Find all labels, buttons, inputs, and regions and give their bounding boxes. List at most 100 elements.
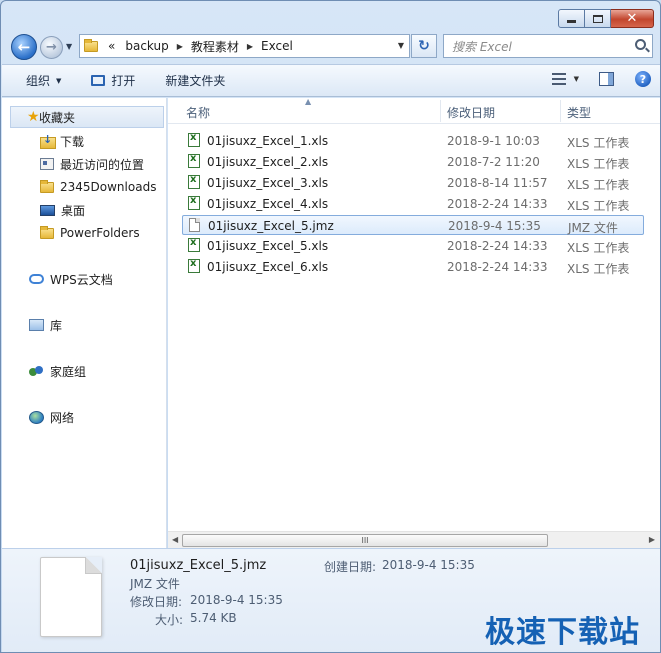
close-button[interactable]: ✕ xyxy=(611,9,654,28)
nav-homegroup[interactable]: 家庭组 xyxy=(29,360,86,382)
file-type: XLS 工作表 xyxy=(567,136,630,150)
sort-ascending-icon: ▲ xyxy=(305,97,312,106)
refresh-button[interactable]: ↻ xyxy=(411,34,437,58)
details-filename: 01jisuxz_Excel_5.jmz xyxy=(130,558,267,573)
scrollbar-grip: III xyxy=(361,536,369,545)
history-dropdown[interactable]: ▼ xyxy=(66,42,72,51)
breadcrumb-tutorial-materials[interactable]: 教程素材 xyxy=(191,38,239,55)
chevron-down-icon: ▼ xyxy=(56,76,62,85)
scrollbar-thumb[interactable]: III xyxy=(182,534,548,547)
file-explorer-window: ✕ ← → ▼ « backup ▶ 教程素材 ▶ Excel ▼ ↻ 搜索 E… xyxy=(0,0,661,653)
file-name: 01jisuxz_Excel_6.xls xyxy=(207,260,329,274)
column-header-type[interactable]: 类型 xyxy=(567,104,591,121)
nav-item-desktop[interactable]: 桌面 xyxy=(40,199,85,221)
folder-icon xyxy=(40,225,54,239)
breadcrumb-excel[interactable]: Excel xyxy=(261,39,293,53)
file-name: 01jisuxz_Excel_2.xls xyxy=(207,155,329,169)
breadcrumb-backup[interactable]: backup xyxy=(125,39,168,53)
excel-file-icon xyxy=(188,132,200,147)
nav-favorites-label: 收藏夹 xyxy=(39,110,76,125)
breadcrumb-separator-icon[interactable]: ▶ xyxy=(247,42,253,51)
file-modified-date: 2018-9-1 10:03 xyxy=(447,134,540,148)
details-created-value: 2018-9-4 15:35 xyxy=(382,558,475,572)
column-header-modified[interactable]: 修改日期 xyxy=(447,104,495,121)
file-type: XLS 工作表 xyxy=(567,178,630,192)
file-row[interactable]: 01jisuxz_Excel_1.xls 2018-9-1 10:03 XLS 工作… xyxy=(182,131,644,151)
column-divider[interactable] xyxy=(440,100,441,122)
column-divider[interactable] xyxy=(560,100,561,122)
column-header-name[interactable]: 名称 xyxy=(186,104,210,121)
nav-wps-cloud[interactable]: WPS云文档 xyxy=(29,268,113,290)
new-folder-button[interactable]: 新建文件夹 xyxy=(165,72,225,89)
nav-item-2345downloads[interactable]: 2345Downloads xyxy=(40,176,156,198)
column-header: ▲ 名称 修改日期 类型 xyxy=(168,97,660,124)
nav-item-downloads[interactable]: 下载 xyxy=(40,130,84,152)
file-name: 01jisuxz_Excel_4.xls xyxy=(207,197,329,211)
details-modified-value: 2018-9-4 15:35 xyxy=(190,593,283,607)
file-modified-date: 2018-2-24 14:33 xyxy=(447,239,548,253)
address-dropdown-icon[interactable]: ▼ xyxy=(398,41,404,50)
nav-item-recent-places[interactable]: 最近访问的位置 xyxy=(40,153,144,175)
help-icon[interactable]: ? xyxy=(635,71,651,87)
address-bar[interactable]: « backup ▶ 教程素材 ▶ Excel ▼ xyxy=(79,34,410,58)
address-folder-icon xyxy=(84,38,98,52)
blank-file-icon xyxy=(189,218,200,232)
details-created-label: 创建日期: xyxy=(324,560,377,574)
file-name: 01jisuxz_Excel_5.jmz xyxy=(208,219,334,233)
network-icon xyxy=(29,410,44,424)
nav-item-powerfolders[interactable]: PowerFolders xyxy=(40,222,140,244)
nav-item-label: 网络 xyxy=(50,410,75,425)
back-button[interactable]: ← xyxy=(11,34,37,60)
details-size-label: 大小: xyxy=(155,613,184,627)
homegroup-icon xyxy=(29,365,44,378)
refresh-icon: ↻ xyxy=(418,38,430,54)
nav-item-label: PowerFolders xyxy=(60,226,140,240)
address-overflow[interactable]: « xyxy=(108,39,115,53)
file-modified-date: 2018-8-14 11:57 xyxy=(447,176,548,190)
file-row[interactable]: 01jisuxz_Excel_6.xls 2018-2-24 14:33 XLS 工… xyxy=(182,257,644,277)
view-dropdown-icon[interactable]: ▼ xyxy=(574,75,579,83)
horizontal-scrollbar[interactable]: ◀ III ▶ xyxy=(168,531,660,548)
minimize-icon xyxy=(567,20,576,23)
excel-file-icon xyxy=(188,153,200,168)
file-preview-icon xyxy=(40,557,102,637)
nav-network[interactable]: 网络 xyxy=(29,406,74,428)
excel-file-icon xyxy=(188,174,200,189)
file-row[interactable]: 01jisuxz_Excel_5.xls 2018-2-24 14:33 XLS 工… xyxy=(182,236,644,256)
search-input[interactable]: 搜索 Excel xyxy=(443,34,653,58)
file-row[interactable]: 01jisuxz_Excel_2.xls 2018-7-2 11:20 XLS 工作… xyxy=(182,152,644,172)
scroll-left-icon[interactable]: ◀ xyxy=(172,535,178,544)
cloud-icon xyxy=(29,274,44,284)
close-icon: ✕ xyxy=(626,11,638,26)
excel-file-icon xyxy=(188,258,200,273)
maximize-button[interactable] xyxy=(585,9,611,28)
organize-label: 组织 xyxy=(26,74,51,88)
arrow-left-icon: ← xyxy=(17,38,31,56)
forward-button[interactable]: → xyxy=(40,36,63,59)
view-options-icon[interactable] xyxy=(551,73,566,85)
open-label: 打开 xyxy=(111,74,136,88)
organize-button[interactable]: 组织 ▼ xyxy=(26,72,61,89)
file-type: XLS 工作表 xyxy=(567,241,630,255)
search-icon[interactable] xyxy=(635,39,646,50)
minimize-button[interactable] xyxy=(558,9,585,28)
details-modified-label: 修改日期: xyxy=(130,595,183,609)
preview-pane-icon[interactable] xyxy=(599,72,614,86)
file-type: XLS 工作表 xyxy=(567,199,630,213)
scroll-right-icon[interactable]: ▶ xyxy=(649,535,655,544)
file-row[interactable]: 01jisuxz_Excel_4.xls 2018-2-24 14:33 XLS 工… xyxy=(182,194,644,214)
file-modified-date: 2018-2-24 14:33 xyxy=(447,197,548,211)
file-modified-date: 2018-7-2 11:20 xyxy=(447,155,540,169)
breadcrumb-separator-icon[interactable]: ▶ xyxy=(177,42,183,51)
desktop-icon xyxy=(40,204,55,216)
open-button[interactable]: 打开 xyxy=(91,72,135,89)
file-name: 01jisuxz_Excel_1.xls xyxy=(207,134,329,148)
folder-icon xyxy=(40,179,54,193)
nav-libraries[interactable]: 库 xyxy=(29,314,62,336)
file-type: JMZ 文件 xyxy=(568,221,618,235)
file-row[interactable]: 01jisuxz_Excel_5.jmz 2018-9-4 15:35 JMZ 文件 xyxy=(182,215,644,235)
file-modified-date: 2018-2-24 14:33 xyxy=(447,260,548,274)
nav-favorites[interactable]: ★ 收藏夹 xyxy=(10,106,164,128)
open-window-icon xyxy=(91,75,106,86)
file-row[interactable]: 01jisuxz_Excel_3.xls 2018-8-14 11:57 XLS 工… xyxy=(182,173,644,193)
